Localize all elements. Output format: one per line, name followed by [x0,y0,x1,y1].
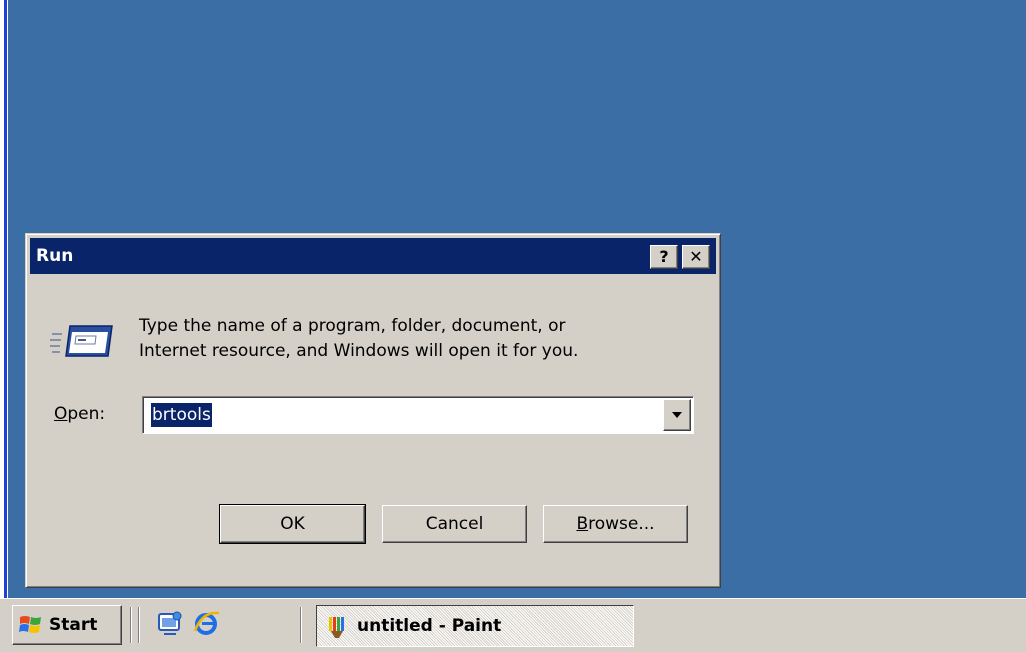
browse-label-rest: rowse... [588,514,655,534]
run-program-icon [50,325,113,357]
description-line-2: Internet resource, and Windows will open… [139,341,579,361]
open-label-rest: pen: [67,404,106,424]
internet-explorer-icon[interactable] [192,609,220,637]
taskbar-separator [138,607,140,643]
open-input[interactable]: brtools [151,403,212,427]
help-button[interactable]: ? [650,245,678,269]
open-label-accesskey: O [54,404,68,424]
start-button[interactable]: Start [12,605,122,645]
paint-icon [329,617,344,638]
start-label: Start [49,615,98,635]
description-line-1: Type the name of a program, folder, docu… [139,316,566,336]
close-button[interactable]: ✕ [682,245,710,269]
dropdown-button[interactable] [663,399,691,431]
screen-left-edge [0,0,8,652]
show-desktop-icon[interactable] [156,609,184,637]
ok-button[interactable]: OK [219,504,366,544]
open-combobox[interactable]: brtools [142,396,694,434]
taskbar-separator [130,607,132,643]
title-bar[interactable]: Run ? ✕ [30,238,716,274]
taskbar-separator [300,607,302,643]
dialog-title: Run [36,246,74,266]
task-label: untitled - Paint [357,616,502,636]
taskbar-item-paint[interactable]: untitled - Paint [316,605,634,647]
windows-logo-icon [19,616,41,633]
cancel-button[interactable]: Cancel [382,505,527,543]
run-dialog: Run ? ✕ Type the name of a program, fold… [25,233,721,588]
open-label: Open: [54,404,105,424]
browse-accesskey: B [576,514,589,534]
chevron-down-icon [672,412,682,418]
taskbar: Start untitled - Paint [0,598,1026,652]
browse-button[interactable]: Browse... [543,505,688,543]
run-description: Type the name of a program, folder, docu… [139,314,578,364]
